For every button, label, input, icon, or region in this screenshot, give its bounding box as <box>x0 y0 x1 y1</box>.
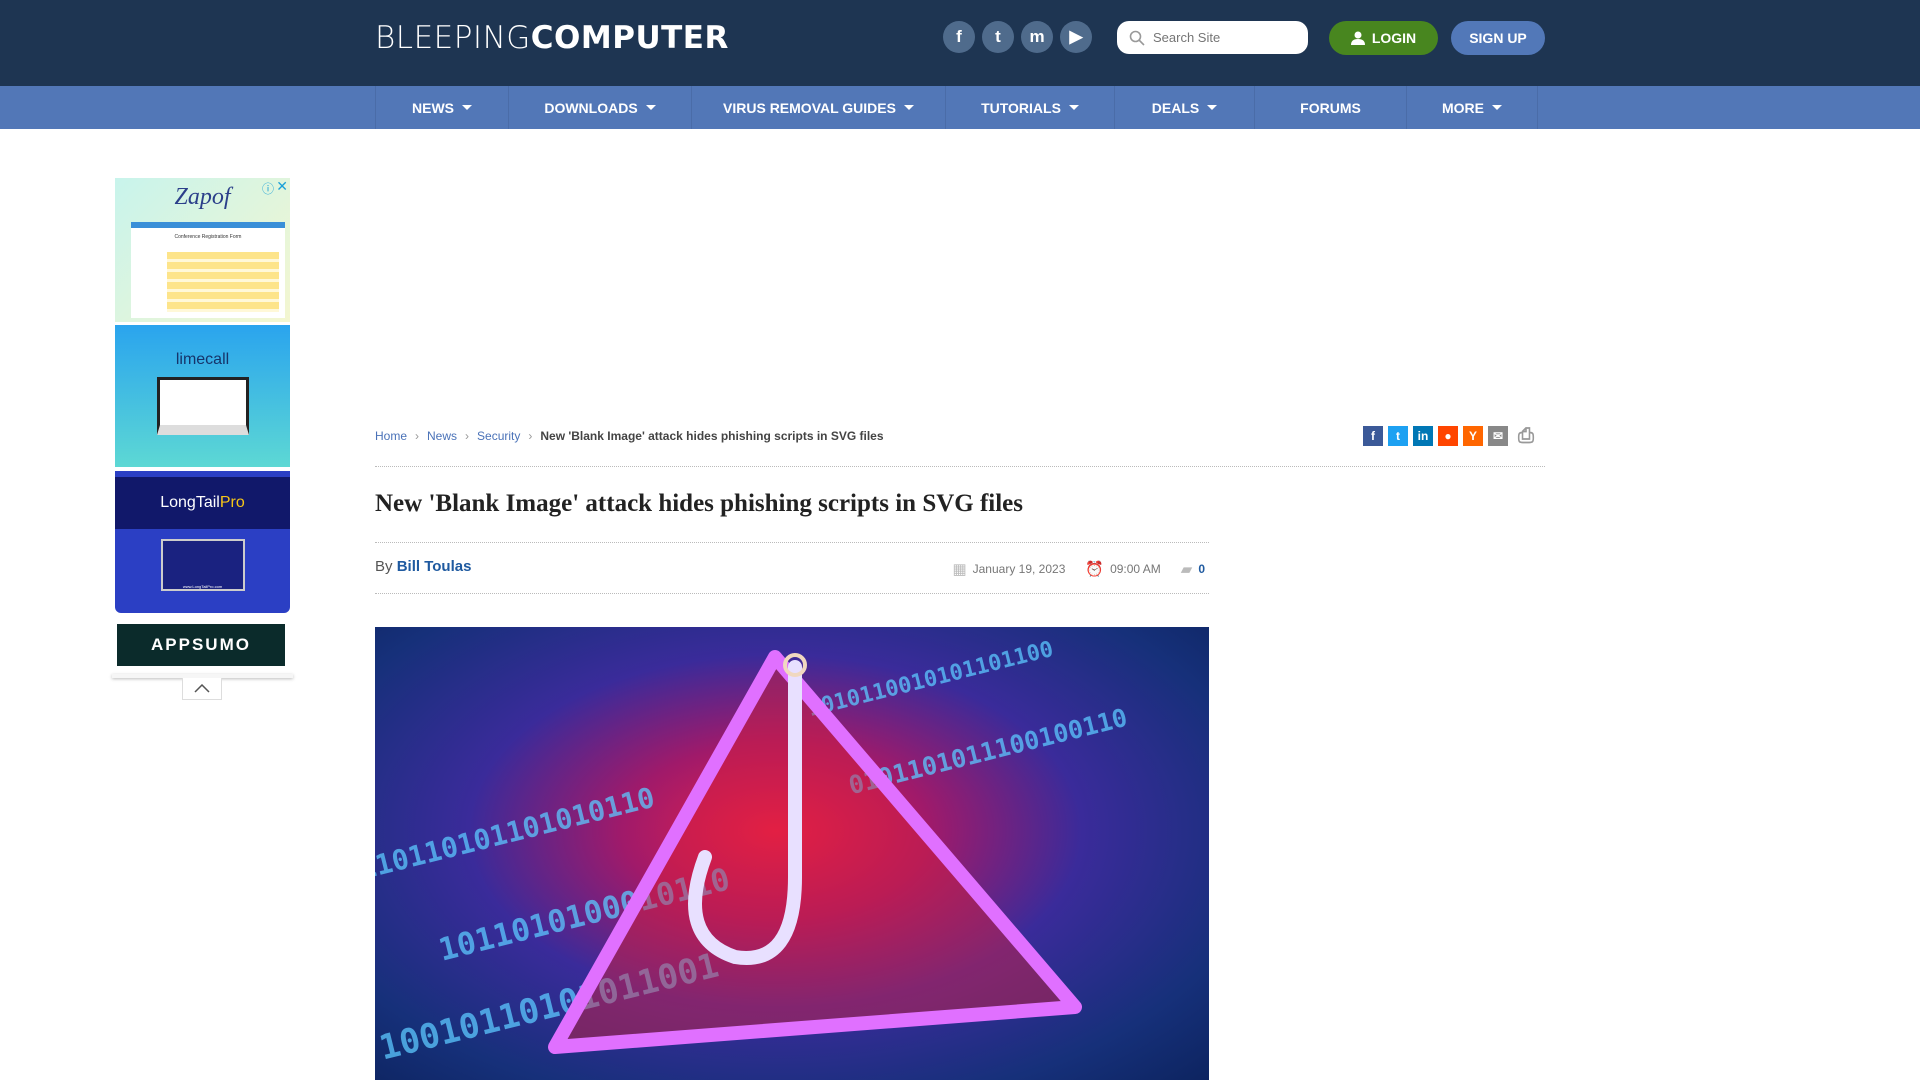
article-title: New 'Blank Image' attack hides phishing … <box>375 490 1024 517</box>
search-icon <box>1129 30 1145 46</box>
breadcrumb-home[interactable]: Home <box>375 429 407 443</box>
caret-down-icon <box>1207 105 1218 110</box>
comment-count[interactable]: 0 <box>1198 562 1205 576</box>
chevron-right-icon: › <box>465 429 470 443</box>
email-share-icon[interactable]: ✉ <box>1488 426 1508 446</box>
twitter-icon[interactable]: t <box>982 21 1014 53</box>
caret-down-icon <box>903 105 914 110</box>
ad-screenshot: Conference Registration Form <box>131 222 285 318</box>
site-header: BLEEPINGCOMPUTER ftm▶ LOGIN SIGN UP <box>0 0 1920 86</box>
caret-down-icon <box>462 105 472 110</box>
site-logo[interactable]: BLEEPINGCOMPUTER <box>375 20 729 56</box>
search-input[interactable] <box>1153 30 1293 45</box>
ad-monitor <box>156 377 249 435</box>
share-bar: f t in ● Y ✉ ⎙ <box>1363 425 1536 447</box>
phishing-hook-warning-icon <box>548 650 1082 1054</box>
breadcrumb-news[interactable]: News <box>427 429 457 443</box>
ad-limecall[interactable]: limecall <box>115 325 290 467</box>
nav-item-downloads[interactable]: DOWNLOADS <box>508 86 691 129</box>
search-box[interactable] <box>1117 21 1308 54</box>
ad-appsumo[interactable]: APPSUMO <box>117 624 285 666</box>
caret-down-icon <box>1068 105 1079 110</box>
nav-item-virus-removal-guides[interactable]: VIRUS REMOVAL GUIDES <box>691 86 945 129</box>
signup-button[interactable]: SIGN UP <box>1451 21 1545 55</box>
breadcrumb-current: New 'Blank Image' attack hides phishing … <box>540 429 884 443</box>
facebook-share-icon[interactable]: f <box>1363 426 1383 446</box>
hackernews-share-icon[interactable]: Y <box>1463 426 1483 446</box>
user-icon <box>1350 31 1365 45</box>
linkedin-share-icon[interactable]: in <box>1413 426 1433 446</box>
ad-laptop: www.LongTailPro.com <box>160 539 245 591</box>
clock-icon: ⏰ <box>1085 561 1105 578</box>
nav-item-deals[interactable]: DEALS <box>1114 86 1254 129</box>
divider <box>375 466 1545 467</box>
caret-down-icon <box>645 105 656 110</box>
divider <box>375 542 1209 543</box>
breadcrumb: Home › News › Security › New 'Blank Image' … <box>375 429 884 443</box>
collapse-ads-button[interactable] <box>182 678 222 700</box>
ad-longtailpro[interactable]: LongTail Pro www.LongTailPro.com <box>115 471 290 613</box>
chevron-right-icon: › <box>415 429 420 443</box>
ad-zapof[interactable]: ⓘ ✕ Zapof Conference Registration Form <box>115 178 290 322</box>
breadcrumb-security[interactable]: Security <box>477 429 520 443</box>
article-hero-image: 1010110010101101100 0101101011100100110 11… <box>375 627 1209 1080</box>
facebook-icon[interactable]: f <box>943 21 975 53</box>
chevron-right-icon: › <box>528 429 533 443</box>
caret-down-icon <box>1492 105 1502 110</box>
reddit-share-icon[interactable]: ● <box>1438 426 1458 446</box>
comment-icon[interactable]: ▰ <box>1181 560 1193 578</box>
print-icon[interactable]: ⎙ <box>1516 425 1536 447</box>
nav-item-tutorials[interactable]: TUTORIALS <box>945 86 1114 129</box>
divider <box>375 593 1209 594</box>
article-meta: ▦ January 19, 2023 ⏰ 09:00 AM ▰ 0 <box>952 560 1205 578</box>
calendar-icon: ▦ <box>952 561 967 578</box>
twitter-share-icon[interactable]: t <box>1388 426 1408 446</box>
mastodon-icon[interactable]: m <box>1021 21 1053 53</box>
byline: By Bill Toulas <box>375 558 472 575</box>
chevron-up-icon <box>194 684 210 693</box>
youtube-icon[interactable]: ▶ <box>1060 21 1092 53</box>
login-button[interactable]: LOGIN <box>1329 21 1438 55</box>
nav-item-forums[interactable]: FORUMS <box>1254 86 1406 129</box>
main-nav: NEWS DOWNLOADS VIRUS REMOVAL GUIDES TUTORIA… <box>0 86 1920 129</box>
nav-item-more[interactable]: MORE <box>1406 86 1538 129</box>
nav-item-news[interactable]: NEWS <box>375 86 508 129</box>
author-link[interactable]: Bill Toulas <box>397 558 472 575</box>
